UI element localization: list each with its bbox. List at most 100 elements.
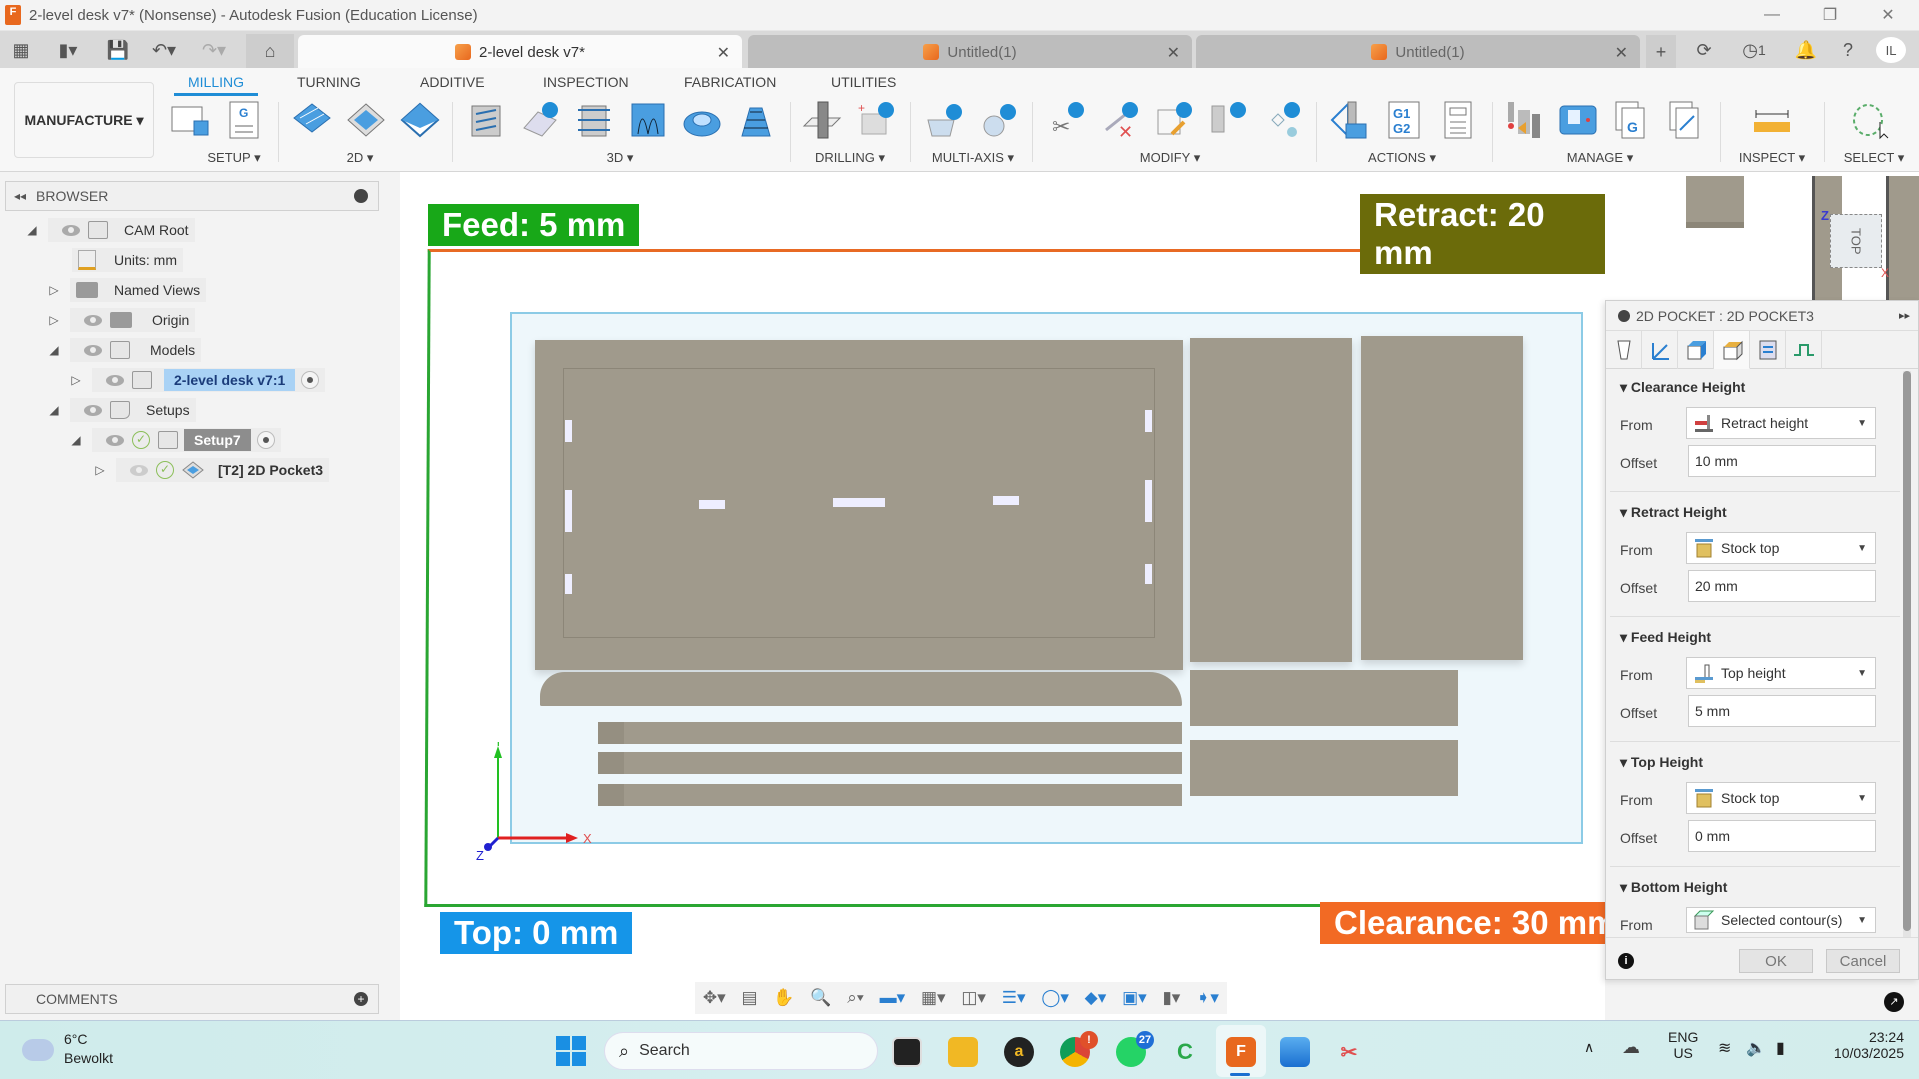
tree-item-named-views[interactable]: ▷ Named Views (46, 277, 207, 303)
clearance-from-select[interactable]: Retract height ▼ (1686, 407, 1876, 439)
visibility-eye-icon[interactable] (106, 434, 124, 446)
redo-icon[interactable]: ↷▾ (196, 37, 232, 63)
delete-plugin-icon[interactable]: ✕ (1100, 100, 1140, 140)
file-menu-icon[interactable]: ▮▾ (50, 37, 86, 63)
tree-item-cam-root[interactable]: ◢ CAM Root (24, 217, 195, 243)
viewcube-top-face[interactable]: TOP (1849, 228, 1864, 255)
notifications-bell-icon[interactable]: 🔔 (1792, 37, 1820, 63)
clearance-offset-input[interactable] (1688, 445, 1876, 477)
app-a-icon[interactable]: a (1004, 1037, 1034, 1067)
new-setup-icon[interactable] (170, 100, 210, 140)
battery-icon[interactable]: ▮ (1776, 1038, 1785, 1058)
viewcube[interactable]: TOP (1830, 214, 1882, 268)
show-hidden-icons-chevron[interactable]: ∧ (1584, 1039, 1594, 1056)
group-manage[interactable]: MANAGE ▾ (1550, 150, 1650, 166)
ribbon-tab-turning[interactable]: TURNING (297, 74, 361, 90)
info-icon[interactable]: i (1618, 953, 1634, 969)
ribbon-tab-fabrication[interactable]: FABRICATION (684, 74, 776, 90)
display-settings-icon[interactable]: ▬▾ (880, 988, 906, 1008)
weather-temperature[interactable]: 6°C (64, 1031, 88, 1047)
tab-stock-icon[interactable] (1678, 331, 1714, 369)
steep-shallow-icon[interactable] (574, 100, 614, 140)
stock-display-icon[interactable]: ☰▾ (1002, 988, 1026, 1008)
toolpath-display-icon[interactable]: ◆▾ (1085, 988, 1107, 1008)
close-tab-icon[interactable]: ✕ (717, 43, 730, 63)
minimize-button[interactable]: — (1743, 0, 1801, 30)
expanded-triangle-icon[interactable]: ◢ (46, 403, 62, 417)
tab-untitled-1[interactable]: Untitled(1) ✕ (748, 35, 1192, 69)
group-inspect[interactable]: INSPECT ▾ (1722, 150, 1822, 166)
close-window-button[interactable]: ✕ (1859, 0, 1917, 30)
tree-item-models[interactable]: ◢ Models (46, 337, 202, 363)
save-icon[interactable]: 💾 (106, 37, 130, 63)
fusion-taskbar-icon[interactable]: F (1226, 1037, 1256, 1067)
app-c-icon[interactable]: C (1170, 1037, 1200, 1067)
2d-adaptive-icon[interactable] (292, 100, 332, 140)
tree-item-setups[interactable]: ◢ Setups (46, 397, 196, 423)
machine-library-icon[interactable] (1558, 100, 1598, 140)
hidden-eye-icon[interactable] (130, 464, 148, 476)
zoom-window-icon[interactable]: ⌕▾ (847, 988, 864, 1008)
visibility-eye-icon[interactable] (106, 374, 124, 386)
fixture-display-icon[interactable]: ➧▾ (1196, 988, 1219, 1008)
hole-recognition-icon[interactable]: + (856, 100, 896, 140)
simulate-icon[interactable] (1330, 100, 1370, 140)
section-feed-height[interactable]: ▾ Feed Height (1620, 629, 1711, 646)
group-2d[interactable]: 2D ▾ (330, 150, 390, 166)
group-3d[interactable]: 3D ▾ (590, 150, 650, 166)
onedrive-cloud-icon[interactable]: ☁ (1622, 1037, 1640, 1058)
group-multi-axis[interactable]: MULTI-AXIS ▾ (918, 150, 1028, 166)
trim-plugin-icon[interactable]: ✂ (1046, 100, 1086, 140)
tree-item-setup7[interactable]: ◢ ✓ Setup7 (68, 427, 281, 453)
viewports-icon[interactable]: ◫▾ (961, 988, 986, 1008)
group-select[interactable]: SELECT ▾ (1834, 150, 1914, 166)
section-top-height[interactable]: ▾ Top Height (1620, 754, 1703, 771)
retract-offset-input[interactable] (1688, 570, 1876, 602)
volume-icon[interactable]: 🔈 (1746, 1038, 1766, 1058)
dialog-scrollbar[interactable] (1903, 371, 1911, 971)
photos-icon[interactable] (1280, 1037, 1310, 1067)
tab-linking-icon[interactable] (1786, 331, 1822, 369)
collapsed-triangle-icon[interactable]: ▷ (92, 463, 108, 477)
edit-plugin-icon[interactable] (1154, 100, 1194, 140)
ok-button[interactable]: OK (1739, 949, 1813, 973)
group-modify[interactable]: MODIFY ▾ (1120, 150, 1220, 166)
retract-from-select[interactable]: Stock top ▼ (1686, 532, 1876, 564)
whatsapp-icon[interactable]: 27 (1116, 1031, 1154, 1067)
visibility-eye-icon[interactable] (84, 344, 102, 356)
3d-adaptive-icon[interactable] (466, 100, 506, 140)
tab-2-level-desk[interactable]: 2-level desk v7* ✕ (298, 35, 742, 69)
tree-item-model-2-level-desk[interactable]: ▷ 2-level desk v7:1 (68, 367, 326, 393)
group-actions[interactable]: ACTIONS ▾ (1352, 150, 1452, 166)
horizontal-icon[interactable] (736, 100, 776, 140)
tab-untitled-1b[interactable]: Untitled(1) ✕ (1196, 35, 1640, 69)
tab-heights-icon[interactable] (1714, 331, 1750, 369)
post-library-icon[interactable]: G (1612, 100, 1652, 140)
activate-radio-icon[interactable] (301, 371, 320, 389)
expanded-triangle-icon[interactable]: ◢ (46, 343, 62, 357)
tree-item-2d-pocket3[interactable]: ▷ ✓ [T2] 2D Pocket3 (92, 457, 330, 483)
tab-passes-icon[interactable] (1750, 331, 1786, 369)
close-tab-icon[interactable]: ✕ (1615, 43, 1628, 63)
post-process-icon[interactable]: G1 G2 (1384, 100, 1424, 140)
pattern-plugin-icon[interactable] (1262, 100, 1302, 140)
tab-geometry-icon[interactable] (1642, 331, 1678, 369)
collapse-browser-icon[interactable]: ◂◂ (14, 189, 26, 203)
visibility-eye-icon[interactable] (84, 314, 102, 326)
collapsed-triangle-icon[interactable]: ▷ (68, 373, 84, 387)
feed-from-select[interactable]: Top height ▼ (1686, 657, 1876, 689)
windows-start-icon[interactable] (556, 1036, 586, 1066)
close-tab-icon[interactable]: ✕ (1167, 43, 1180, 63)
ribbon-tab-milling[interactable]: MILLING (188, 74, 244, 90)
top-offset-input[interactable] (1688, 820, 1876, 852)
app-grid-icon[interactable]: ▦ (8, 37, 34, 63)
contour-icon[interactable] (682, 100, 722, 140)
add-comment-icon[interactable]: + (354, 992, 368, 1006)
tool-plugin-icon[interactable] (1208, 100, 1248, 140)
3d-viewport[interactable]: Y X Z Feed: 5 mm Retract: 20 mm Top: 0 m… (400, 172, 1631, 1022)
nc-program-icon[interactable]: G (224, 100, 264, 140)
look-at-icon[interactable]: ▤ (741, 988, 757, 1008)
weather-cloud-icon[interactable] (22, 1039, 54, 1061)
visibility-eye-icon[interactable] (84, 404, 102, 416)
feed-offset-input[interactable] (1688, 695, 1876, 727)
